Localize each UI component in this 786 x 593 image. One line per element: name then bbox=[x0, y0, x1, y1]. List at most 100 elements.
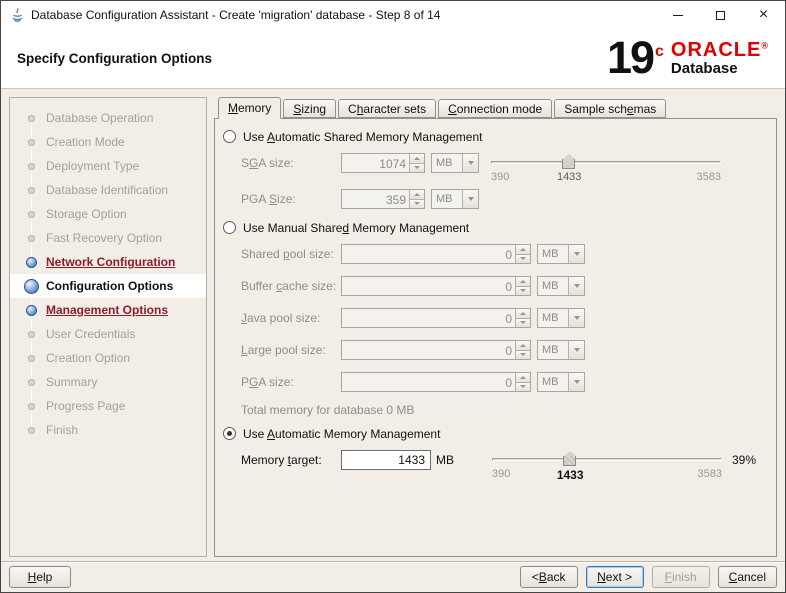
slider-track[interactable] bbox=[492, 458, 722, 461]
spinner-up-icon bbox=[515, 277, 530, 286]
shared-pool-size-label: Shared pool size: bbox=[241, 247, 334, 261]
step-dot-icon bbox=[28, 426, 35, 434]
msmm-radio-row: Use Manual Shared Memory Management bbox=[223, 220, 768, 235]
sidebar-step-network-configuration[interactable]: Network Configuration bbox=[10, 250, 206, 274]
java-pool-size-label: Java pool size: bbox=[241, 311, 321, 325]
minimize-icon bbox=[672, 14, 683, 16]
tab-memory[interactable]: Memory bbox=[218, 97, 282, 119]
step-label: Creation Mode bbox=[46, 135, 125, 149]
memory-target-input[interactable] bbox=[341, 450, 431, 470]
sidebar-step-progress-page: Progress Page bbox=[10, 394, 206, 418]
asmm-radio[interactable] bbox=[223, 130, 236, 143]
shared-pool-size-spinner: 0 bbox=[341, 244, 531, 264]
spinner-down-icon bbox=[515, 381, 530, 391]
oracle-wordmark: ORACLE® bbox=[671, 40, 769, 61]
step-dot-icon bbox=[28, 114, 35, 122]
spinner-up-icon bbox=[515, 341, 530, 350]
shared-pool-size-unit-combo: MB bbox=[537, 244, 585, 264]
logo-text-stack: ORACLE® Database bbox=[671, 40, 769, 77]
sidebar-step-management-options[interactable]: Management Options bbox=[10, 298, 206, 322]
buffer-cache-size-spinner: 0 bbox=[341, 276, 531, 296]
page-header: Specify Configuration Options 19 c ORACLE… bbox=[1, 29, 785, 89]
spinner-up-icon bbox=[409, 154, 424, 163]
memory-tab-panel: Use Automatic Shared Memory Management S… bbox=[214, 118, 777, 557]
sidebar-step-configuration-options: Configuration Options bbox=[10, 274, 206, 298]
sga-size-value: 1074 bbox=[379, 157, 406, 171]
amm-radio[interactable] bbox=[223, 427, 236, 440]
step-dot-icon bbox=[28, 378, 35, 386]
tab-sizing[interactable]: Sizing bbox=[283, 99, 337, 118]
spinner-up-icon bbox=[515, 373, 530, 382]
step-label: Fast Recovery Option bbox=[46, 231, 163, 245]
slider-min-label: 390 bbox=[492, 468, 511, 480]
slider-value-label: 1433 bbox=[556, 171, 582, 183]
step-dot-icon bbox=[28, 162, 35, 170]
nav-buttons: < Back Next > Finish Cancel bbox=[519, 566, 777, 588]
step-dot-icon bbox=[28, 210, 35, 218]
msmm-radio-label: Use Manual Shared Memory Management bbox=[243, 220, 470, 235]
slider-max-label: 3583 bbox=[697, 468, 722, 480]
tab-sample-schemas[interactable]: Sample schemas bbox=[554, 99, 667, 118]
page-title: Specify Configuration Options bbox=[17, 51, 212, 66]
dropdown-arrow-icon bbox=[462, 154, 478, 172]
help-button[interactable]: Help bbox=[9, 566, 71, 588]
total-memory-text: Total memory for database 0 MB bbox=[241, 403, 415, 417]
slider-thumb-body bbox=[562, 159, 576, 169]
spinner-up-icon bbox=[515, 309, 530, 318]
database-wordmark: Database bbox=[670, 60, 738, 78]
logo-19c: 19 c bbox=[607, 35, 664, 80]
java-app-icon bbox=[10, 7, 25, 23]
cancel-button[interactable]: Cancel bbox=[717, 566, 777, 588]
pga-size-unit-combo: MB bbox=[537, 372, 585, 392]
sga-unit-combo: MB bbox=[431, 153, 479, 173]
row-large-pool-size: Large pool size: 0 MB bbox=[241, 339, 768, 361]
manual-rows: Shared pool size: 0 MB Buffer cache size: 0 M… bbox=[223, 243, 768, 393]
step-orb-icon bbox=[26, 304, 37, 316]
tab-character-sets[interactable]: Character sets bbox=[338, 99, 437, 118]
dropdown-arrow-icon bbox=[568, 245, 584, 263]
step-label: Finish bbox=[46, 423, 79, 437]
memory-target-unit: MB bbox=[436, 453, 454, 467]
dbca-window: Database Configuration Assistant - Creat… bbox=[0, 0, 786, 593]
step-label: Management Options bbox=[46, 303, 169, 317]
slider-track bbox=[491, 161, 721, 164]
close-button[interactable]: × bbox=[742, 1, 785, 29]
sidebar-step-summary: Summary bbox=[10, 370, 206, 394]
registered-mark: ® bbox=[761, 40, 769, 51]
memory-target-row: Memory target: MB 390 1433 3583 39% bbox=[241, 449, 768, 482]
spinner-down-icon bbox=[409, 198, 424, 208]
pga-unit-combo: MB bbox=[431, 189, 479, 209]
next-button[interactable]: Next > bbox=[585, 566, 644, 588]
spinner-down-icon bbox=[409, 162, 424, 172]
slider-thumb-body bbox=[563, 456, 577, 466]
pga-size-label: PGA Size: bbox=[241, 192, 296, 206]
back-button[interactable]: < Back bbox=[519, 566, 578, 588]
body-area: Database Operation Creation Mode Deploymen… bbox=[1, 89, 785, 561]
memory-target-slider[interactable]: 390 1433 3583 bbox=[492, 450, 722, 482]
pga-unit-value: MB bbox=[436, 193, 453, 205]
slider-max-label: 3583 bbox=[696, 171, 721, 183]
msmm-radio[interactable] bbox=[223, 221, 236, 234]
sidebar-step-fast-recovery-option: Fast Recovery Option bbox=[10, 226, 206, 250]
step-label: Creation Option bbox=[46, 351, 131, 365]
window-title: Database Configuration Assistant - Creat… bbox=[31, 8, 441, 22]
spinner-up-icon bbox=[515, 245, 530, 254]
spinner-down-icon bbox=[515, 253, 530, 263]
step-dot-icon bbox=[28, 186, 35, 194]
sidebar-step-creation-mode: Creation Mode bbox=[10, 130, 206, 154]
row-buffer-cache-size: Buffer cache size: 0 MB bbox=[241, 275, 768, 297]
step-label: Network Configuration bbox=[46, 255, 176, 269]
logo-19-number: 19 bbox=[606, 32, 655, 84]
java-pool-size-spinner: 0 bbox=[341, 308, 531, 328]
tab-connection-mode[interactable]: Connection mode bbox=[438, 99, 553, 118]
step-label: Database Identification bbox=[46, 183, 169, 197]
slider-thumb[interactable] bbox=[563, 451, 577, 466]
sidebar-step-database-identification: Database Identification bbox=[10, 178, 206, 202]
dropdown-arrow-icon bbox=[462, 190, 478, 208]
row-java-pool-size: Java pool size: 0 MB bbox=[241, 307, 768, 329]
row-pga-size: PGA size: 0 MB bbox=[241, 371, 768, 393]
step-label: Summary bbox=[46, 375, 98, 389]
oracle-text: ORACLE bbox=[670, 39, 762, 62]
minimize-button[interactable] bbox=[656, 1, 699, 29]
maximize-button[interactable] bbox=[699, 1, 742, 29]
